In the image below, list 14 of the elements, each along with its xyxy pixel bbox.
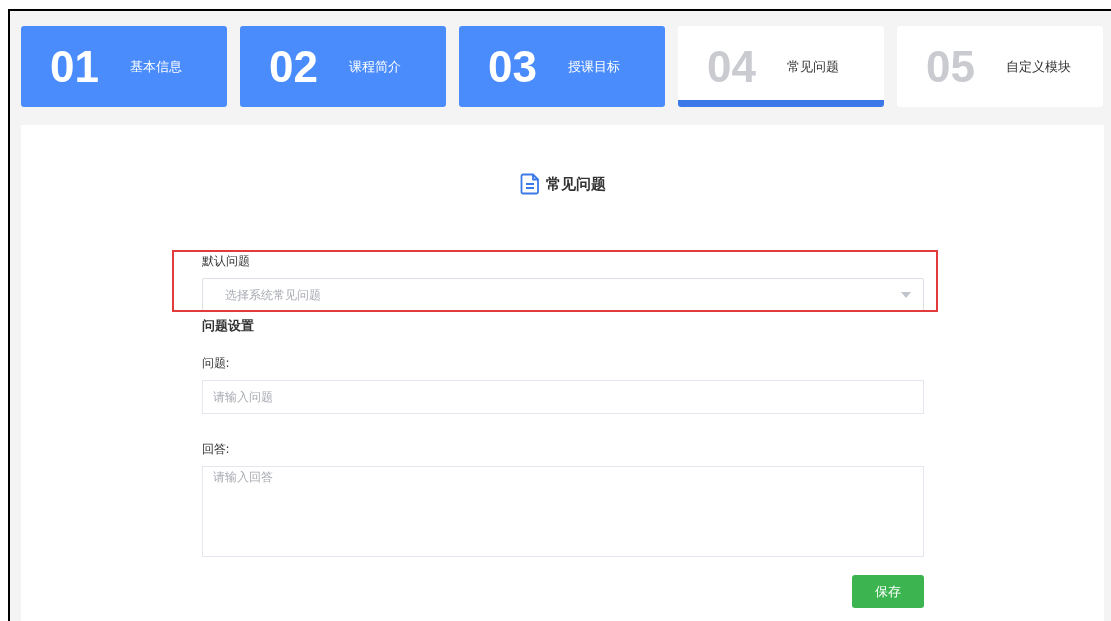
caret-icon xyxy=(900,292,911,298)
save-button[interactable]: 保存 xyxy=(851,575,924,608)
step-tab[interactable]: 03 授课目标 xyxy=(459,26,665,107)
step-tab[interactable]: 02 课程简介 xyxy=(240,26,446,107)
field-label: 问题: xyxy=(201,355,230,372)
section-title: 问题设置 xyxy=(201,317,254,335)
field-label: 默认问题 xyxy=(201,253,250,270)
input-field[interactable]: 请输入问题 xyxy=(201,380,924,414)
panel-title: 常见问题 xyxy=(545,174,606,194)
field-label: 回答: xyxy=(201,441,230,458)
textarea-field[interactable]: 请输入回答 xyxy=(201,466,924,557)
step-tab[interactable]: 01 基本信息 xyxy=(21,26,227,107)
document-icon xyxy=(519,173,540,195)
select-field[interactable]: 选择系统常见问题 xyxy=(201,278,924,312)
